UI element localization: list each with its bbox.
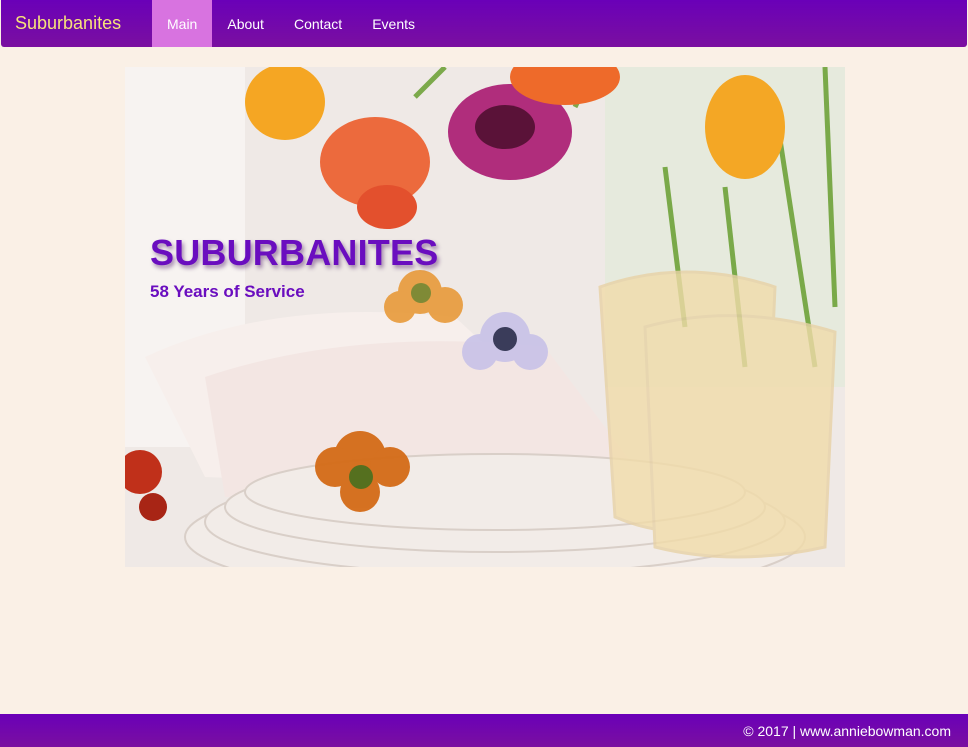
hero-background-image bbox=[125, 67, 845, 567]
nav-link-contact[interactable]: Contact bbox=[279, 0, 357, 47]
top-navbar: Suburbanites Main About Contact Events bbox=[1, 0, 967, 47]
nav-link-about[interactable]: About bbox=[212, 0, 279, 47]
nav-menu: Main About Contact Events bbox=[152, 0, 430, 47]
page-footer: © 2017 | www.anniebowman.com bbox=[0, 714, 968, 747]
nav-link-main[interactable]: Main bbox=[152, 0, 213, 47]
brand-link[interactable]: Suburbanites bbox=[1, 0, 152, 47]
footer-copyright: © 2017 | www.anniebowman.com bbox=[743, 722, 951, 739]
nav-item-events: Events bbox=[357, 0, 430, 47]
nav-item-about: About bbox=[212, 0, 279, 47]
hero-title: SUBURBANITES bbox=[150, 232, 439, 273]
nav-item-main: Main bbox=[152, 0, 213, 47]
nav-link-events[interactable]: Events bbox=[357, 0, 430, 47]
hero-banner: SUBURBANITES 58 Years of Service bbox=[125, 67, 845, 567]
nav-item-contact: Contact bbox=[279, 0, 357, 47]
hero-subtitle: 58 Years of Service bbox=[150, 282, 305, 301]
